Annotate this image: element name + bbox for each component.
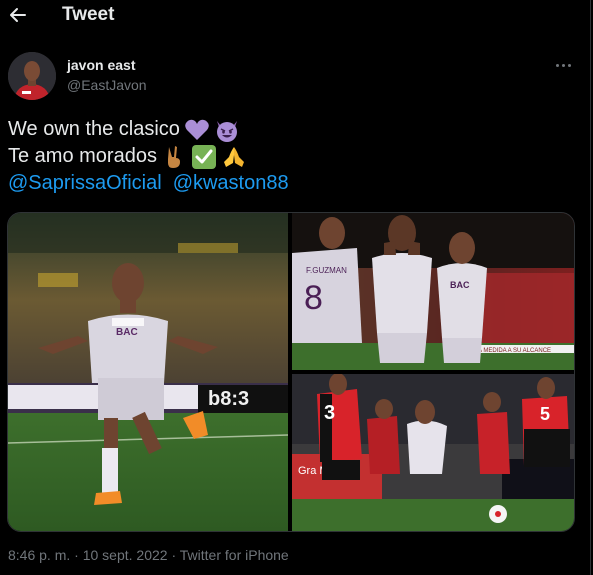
smiling-imp-emoji [216,120,237,142]
tweet-line-1-text: We own the clasico [8,118,180,140]
purple-heart-emoji [185,119,209,140]
user-handle[interactable]: @EastJavon [67,77,147,93]
photo-celebration[interactable]: b8:3 BAC [8,213,288,531]
tweet-line-2: Te amo morados [8,143,568,170]
ad-banner-text: A MEDIDA A SU ALCANCE [478,348,551,354]
scoreboard-text: b8:3 [208,388,249,410]
more-dot-icon [567,63,571,67]
tweet-time[interactable]: 8:46 p. m. [8,547,70,563]
arrow-left-icon [10,8,26,22]
shirt-number-left-text: 3 [324,402,335,424]
tweet-metadata: 8:46 p. m. · 10 sept. 2022 · Twitter for… [8,547,289,563]
jersey-sponsor-text: BAC [116,327,138,338]
tweet-line-2-text: Te amo morados [8,145,157,167]
photo-team-pose[interactable]: A MEDIDA A SU ALCANCE F.GUZMAN 8 BAC [292,213,574,370]
folded-hands-emoji [223,146,244,167]
shirt-number-text: 8 [304,279,323,317]
victory-hand-emoji [167,145,180,168]
tweet-line-1: We own the clasico [8,116,568,143]
divider [590,0,591,575]
check-mark-emoji [191,144,216,169]
more-dot-icon [561,63,565,67]
separator: · [70,547,83,563]
photo-match-action[interactable]: Gra Mu 3 5 [292,374,574,531]
back-button[interactable] [4,2,32,28]
display-name[interactable]: javon east [67,57,135,73]
jersey-sponsor-text: BAC [450,280,470,290]
page-title: Tweet [62,4,115,25]
tweet-text: We own the clasico Te amo morados @Sapri… [8,116,568,197]
tweet-source-link[interactable]: Twitter for iPhone [180,547,289,563]
mention-kwaston-link[interactable]: @kwaston88 [173,170,289,197]
separator: · [167,547,180,563]
shirt-number-right-text: 5 [540,404,550,424]
more-options-button[interactable] [552,58,574,72]
avatar[interactable] [8,52,56,100]
more-dot-icon [555,63,559,67]
tweet-date[interactable]: 10 sept. 2022 [83,547,168,563]
mention-saprissa-link[interactable]: @SaprissaOficial [8,170,162,197]
media-grid: b8:3 BAC A MEDIDA A SU ALCANCE F.GUZMAN … [7,212,575,532]
top-bar: Tweet [0,0,593,30]
shirt-name-text: F.GUZMAN [306,266,347,275]
tweet-line-3: @SaprissaOficial @kwaston88 [8,170,568,197]
